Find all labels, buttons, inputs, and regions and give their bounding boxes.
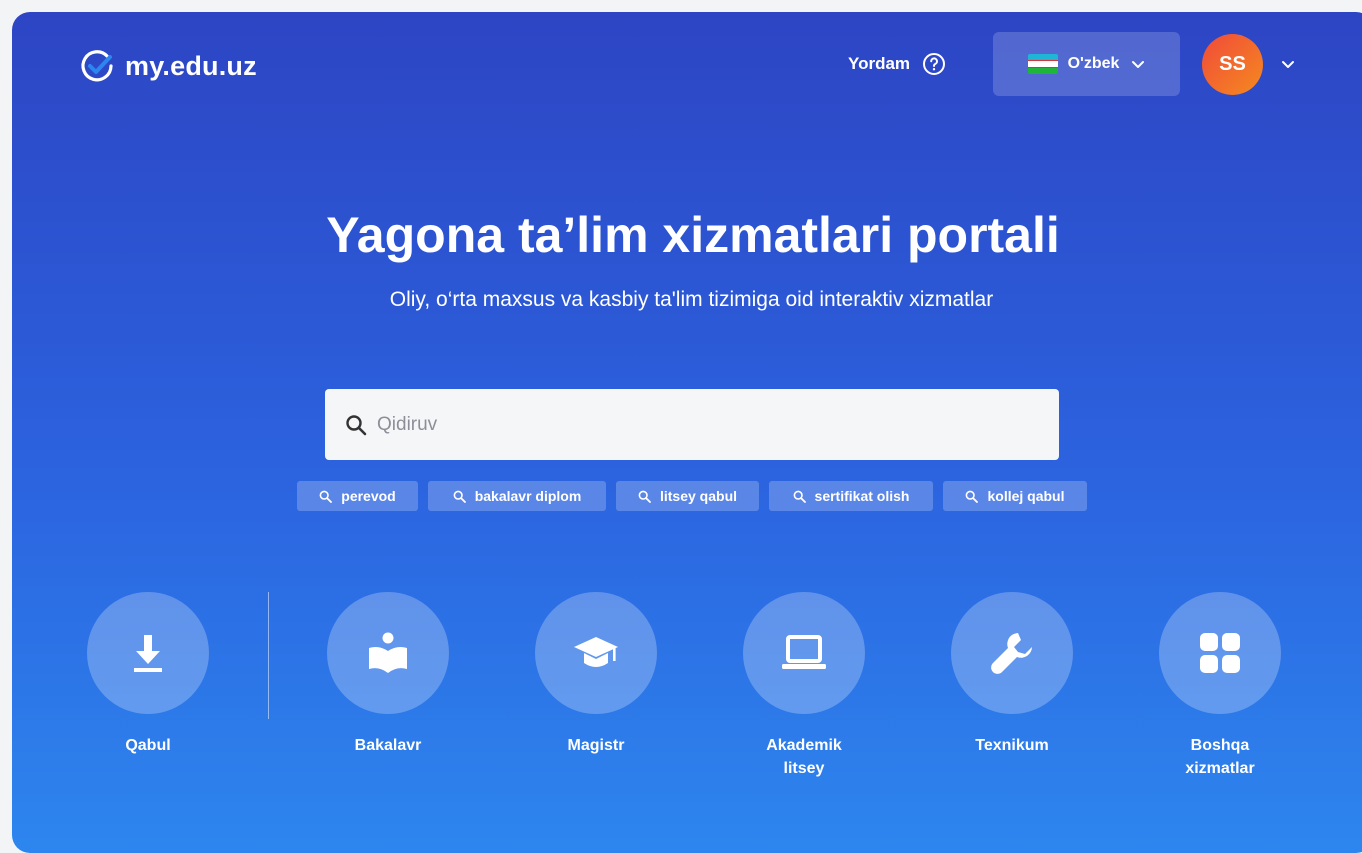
user-avatar[interactable]: SS xyxy=(1202,34,1263,95)
category-qabul[interactable]: Qabul xyxy=(48,592,248,757)
chevron-down-icon xyxy=(1132,61,1145,68)
search-suggestion-chip[interactable]: kollej qabul xyxy=(943,481,1087,511)
question-circle-icon xyxy=(923,53,946,75)
category-circle xyxy=(951,592,1073,714)
category-bakalavr[interactable]: Bakalavr xyxy=(288,592,488,757)
category-circle xyxy=(87,592,209,714)
page-subtitle: Oliy, o‘rta maxsus va kasbiy ta'lim tizi… xyxy=(389,288,994,311)
category-texnikum[interactable]: Texnikum xyxy=(912,592,1112,757)
category-label: Boshqa xizmatlar xyxy=(1185,737,1255,777)
category-circle xyxy=(535,592,657,714)
chip-label: kollej qabul xyxy=(987,488,1065,504)
laptop-icon xyxy=(782,635,826,669)
checkmark-logo-icon xyxy=(81,50,113,82)
category-label: Qabul xyxy=(125,737,171,754)
user-menu-chevron-icon[interactable] xyxy=(1281,57,1295,71)
category-circle xyxy=(327,592,449,714)
graduation-cap-icon xyxy=(574,637,618,667)
search-icon xyxy=(453,490,466,503)
category-circle xyxy=(1159,592,1281,714)
search-icon xyxy=(319,490,333,503)
search-icon xyxy=(793,490,806,503)
category-label: Bakalavr xyxy=(354,737,422,754)
site-logo[interactable]: my.edu.uz xyxy=(79,48,257,84)
chip-label: perevod xyxy=(341,488,396,504)
category-magistr[interactable]: Magistr xyxy=(496,592,696,757)
language-selector[interactable]: O'zbek xyxy=(993,32,1180,96)
search-suggestion-chip[interactable]: bakalavr diplom xyxy=(428,481,606,511)
help-link[interactable]: Yordam xyxy=(848,52,946,76)
category-label: Magistr xyxy=(567,737,625,754)
chip-label: litsey qabul xyxy=(659,488,738,504)
category-label: Akademik litsey xyxy=(766,737,842,777)
chip-label: bakalavr diplom xyxy=(474,488,582,504)
hero-section: my.edu.uz Yordam O'zbek SS Yagona ta’lim… xyxy=(12,12,1362,853)
search-icon xyxy=(346,414,367,435)
search-suggestion-chip[interactable]: perevod xyxy=(297,481,418,511)
search-icon xyxy=(638,490,651,503)
category-label: Texnikum xyxy=(975,737,1049,754)
category-divider xyxy=(268,592,269,719)
chip-label: sertifikat olish xyxy=(814,488,910,504)
uzbekistan-flag-icon xyxy=(1027,54,1058,74)
category-circle xyxy=(743,592,865,714)
search-input[interactable] xyxy=(375,412,1019,437)
language-label: O'zbek xyxy=(1067,55,1120,72)
wrench-icon xyxy=(991,633,1032,674)
search-icon xyxy=(966,490,979,503)
help-label: Yordam xyxy=(848,54,911,73)
search-bar[interactable] xyxy=(325,389,1059,460)
download-icon xyxy=(134,635,162,672)
grid-icon xyxy=(1200,633,1240,673)
reading-person-icon xyxy=(369,632,407,673)
category-akademik-litsey[interactable]: Akademik litsey xyxy=(704,592,904,780)
search-suggestion-chip[interactable]: sertifikat olish xyxy=(769,481,933,511)
search-suggestion-chip[interactable]: litsey qabul xyxy=(616,481,759,511)
category-boshqa-xizmatlar[interactable]: Boshqa xizmatlar xyxy=(1120,592,1320,780)
page-title: Yagona ta’lim xizmatlari portali xyxy=(326,207,1060,263)
logo-text: my.edu.uz xyxy=(125,50,257,81)
